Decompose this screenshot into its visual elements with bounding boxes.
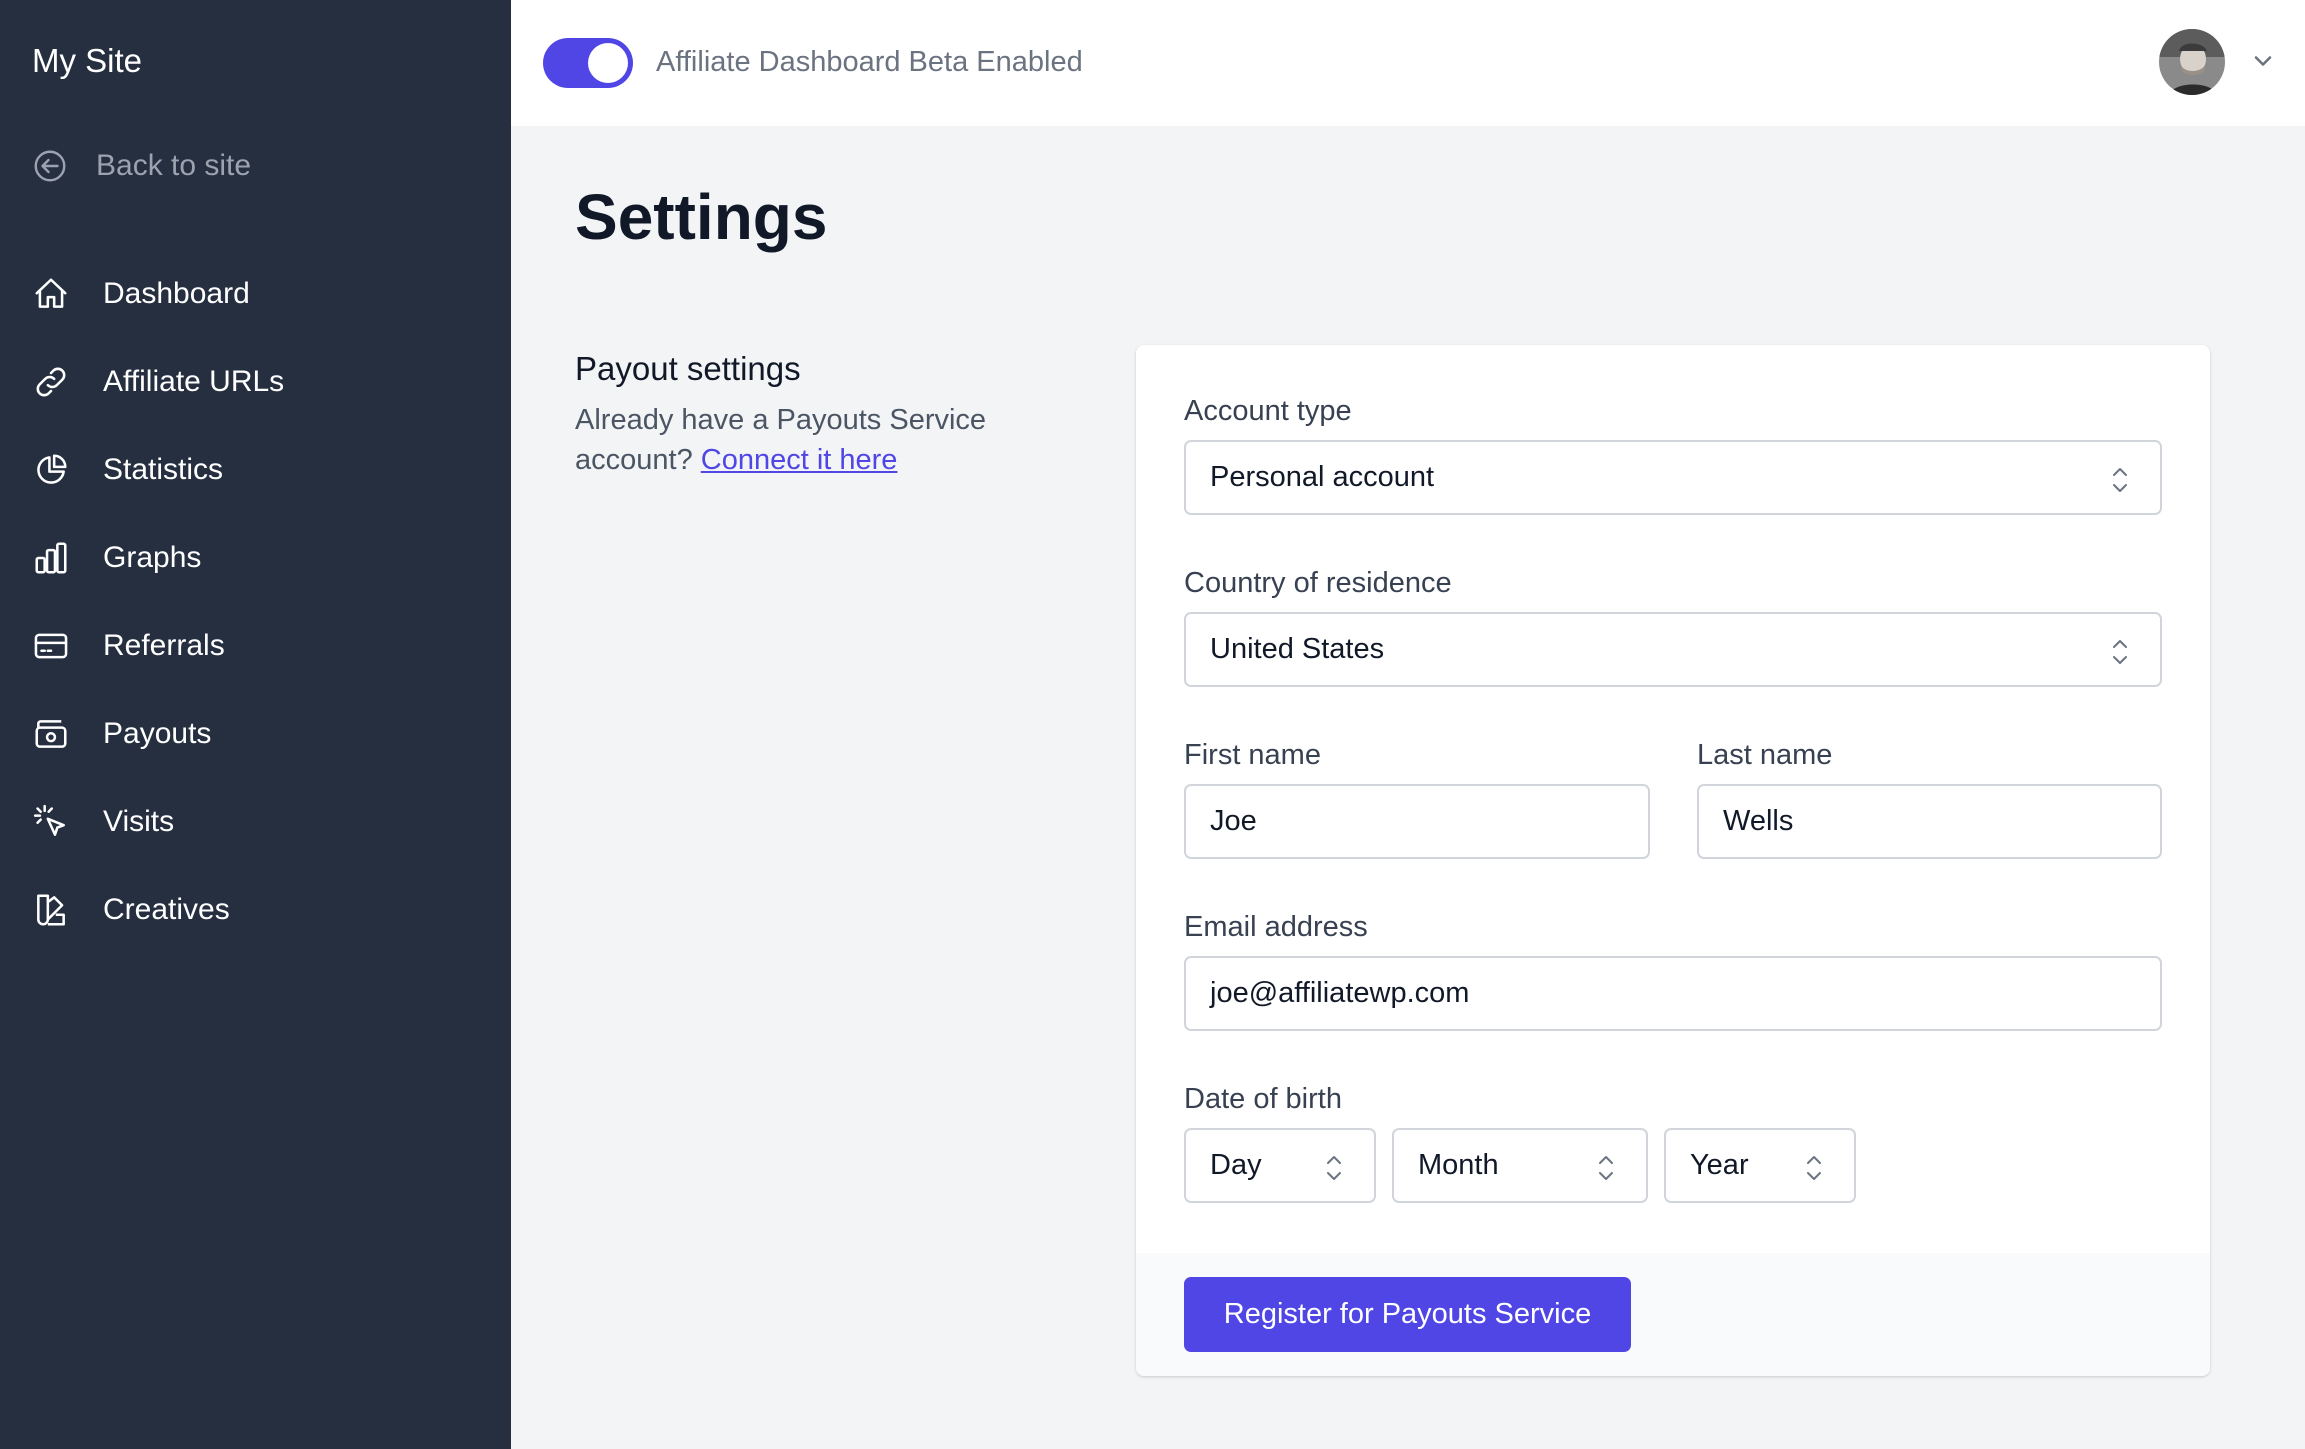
sidebar-item-referrals[interactable]: Referrals (0, 602, 511, 690)
first-name-field[interactable]: Joe (1184, 784, 1650, 859)
email-label: Email address (1184, 911, 1368, 943)
dob-label: Date of birth (1184, 1083, 1342, 1115)
dob-month-select[interactable]: Month (1392, 1128, 1648, 1203)
connect-link[interactable]: Connect it here (701, 444, 898, 476)
sidebar-item-label: Visits (103, 805, 175, 838)
sidebar-item-visits[interactable]: Visits (0, 778, 511, 866)
chevron-down-icon[interactable] (2249, 47, 2277, 75)
credit-card-icon (32, 627, 70, 665)
sidebar-nav: Dashboard Affiliate URLs Statistics Grap… (0, 250, 511, 954)
account-type-label: Account type (1184, 395, 1352, 427)
avatar[interactable] (2159, 29, 2225, 95)
account-type-select[interactable]: Personal account (1184, 440, 2162, 515)
back-to-site-link[interactable]: Back to site (32, 148, 251, 184)
sidebar-item-label: Referrals (103, 629, 225, 662)
first-name-label: First name (1184, 739, 1321, 771)
dob-day-value: Day (1210, 1149, 1262, 1181)
sidebar-item-label: Dashboard (103, 277, 250, 310)
back-to-site-label: Back to site (96, 149, 252, 182)
selector-icon (2113, 640, 2127, 664)
sidebar-item-label: Creatives (103, 893, 230, 926)
pie-chart-icon (32, 451, 70, 489)
link-icon (32, 363, 70, 401)
last-name-label: Last name (1697, 739, 1833, 771)
sidebar-item-affiliate-urls[interactable]: Affiliate URLs (0, 338, 511, 426)
sidebar-item-dashboard[interactable]: Dashboard (0, 250, 511, 338)
first-name-value: Joe (1210, 805, 1257, 837)
site-name[interactable]: My Site (32, 42, 142, 80)
cash-icon (32, 715, 70, 753)
sidebar: My Site Back to site Dashboard Affiliate… (0, 0, 511, 1449)
payout-form-card: Account type Personal account Country of… (1136, 345, 2210, 1376)
cursor-click-icon (32, 803, 70, 841)
sidebar-item-label: Payouts (103, 717, 212, 750)
top-bar: Affiliate Dashboard Beta Enabled (511, 0, 2305, 126)
sidebar-item-label: Affiliate URLs (103, 365, 285, 398)
sidebar-item-label: Graphs (103, 541, 202, 574)
country-select[interactable]: United States (1184, 612, 2162, 687)
dob-month-value: Month (1418, 1149, 1499, 1181)
sidebar-item-statistics[interactable]: Statistics (0, 426, 511, 514)
dob-year-select[interactable]: Year (1664, 1128, 1856, 1203)
country-label: Country of residence (1184, 567, 1452, 599)
payout-settings-title: Payout settings (575, 350, 801, 387)
dob-year-value: Year (1690, 1149, 1749, 1181)
selector-icon (1327, 1156, 1341, 1180)
email-value: joe@affiliatewp.com (1210, 977, 1470, 1009)
arrow-circle-left-icon (32, 148, 68, 184)
sidebar-item-creatives[interactable]: Creatives (0, 866, 511, 954)
dob-day-select[interactable]: Day (1184, 1128, 1376, 1203)
sidebar-item-graphs[interactable]: Graphs (0, 514, 511, 602)
color-swatch-icon (32, 891, 70, 929)
toggle-knob (588, 43, 628, 83)
account-type-value: Personal account (1210, 461, 1435, 493)
last-name-field[interactable]: Wells (1697, 784, 2162, 859)
selector-icon (1599, 1156, 1613, 1180)
payout-settings-description: Already have a Payouts Service account? … (575, 400, 1045, 480)
page-title: Settings (575, 181, 828, 253)
beta-toggle-label: Affiliate Dashboard Beta Enabled (656, 46, 1083, 78)
country-value: United States (1210, 633, 1385, 665)
selector-icon (1807, 1156, 1821, 1180)
email-field[interactable]: joe@affiliatewp.com (1184, 956, 2162, 1031)
register-payouts-button[interactable]: Register for Payouts Service (1184, 1277, 1631, 1352)
sidebar-item-payouts[interactable]: Payouts (0, 690, 511, 778)
last-name-value: Wells (1723, 805, 1794, 837)
sidebar-item-label: Statistics (103, 453, 224, 486)
selector-icon (2113, 468, 2127, 492)
beta-toggle[interactable] (543, 38, 633, 88)
bar-chart-icon (32, 539, 70, 577)
home-icon (32, 275, 70, 313)
